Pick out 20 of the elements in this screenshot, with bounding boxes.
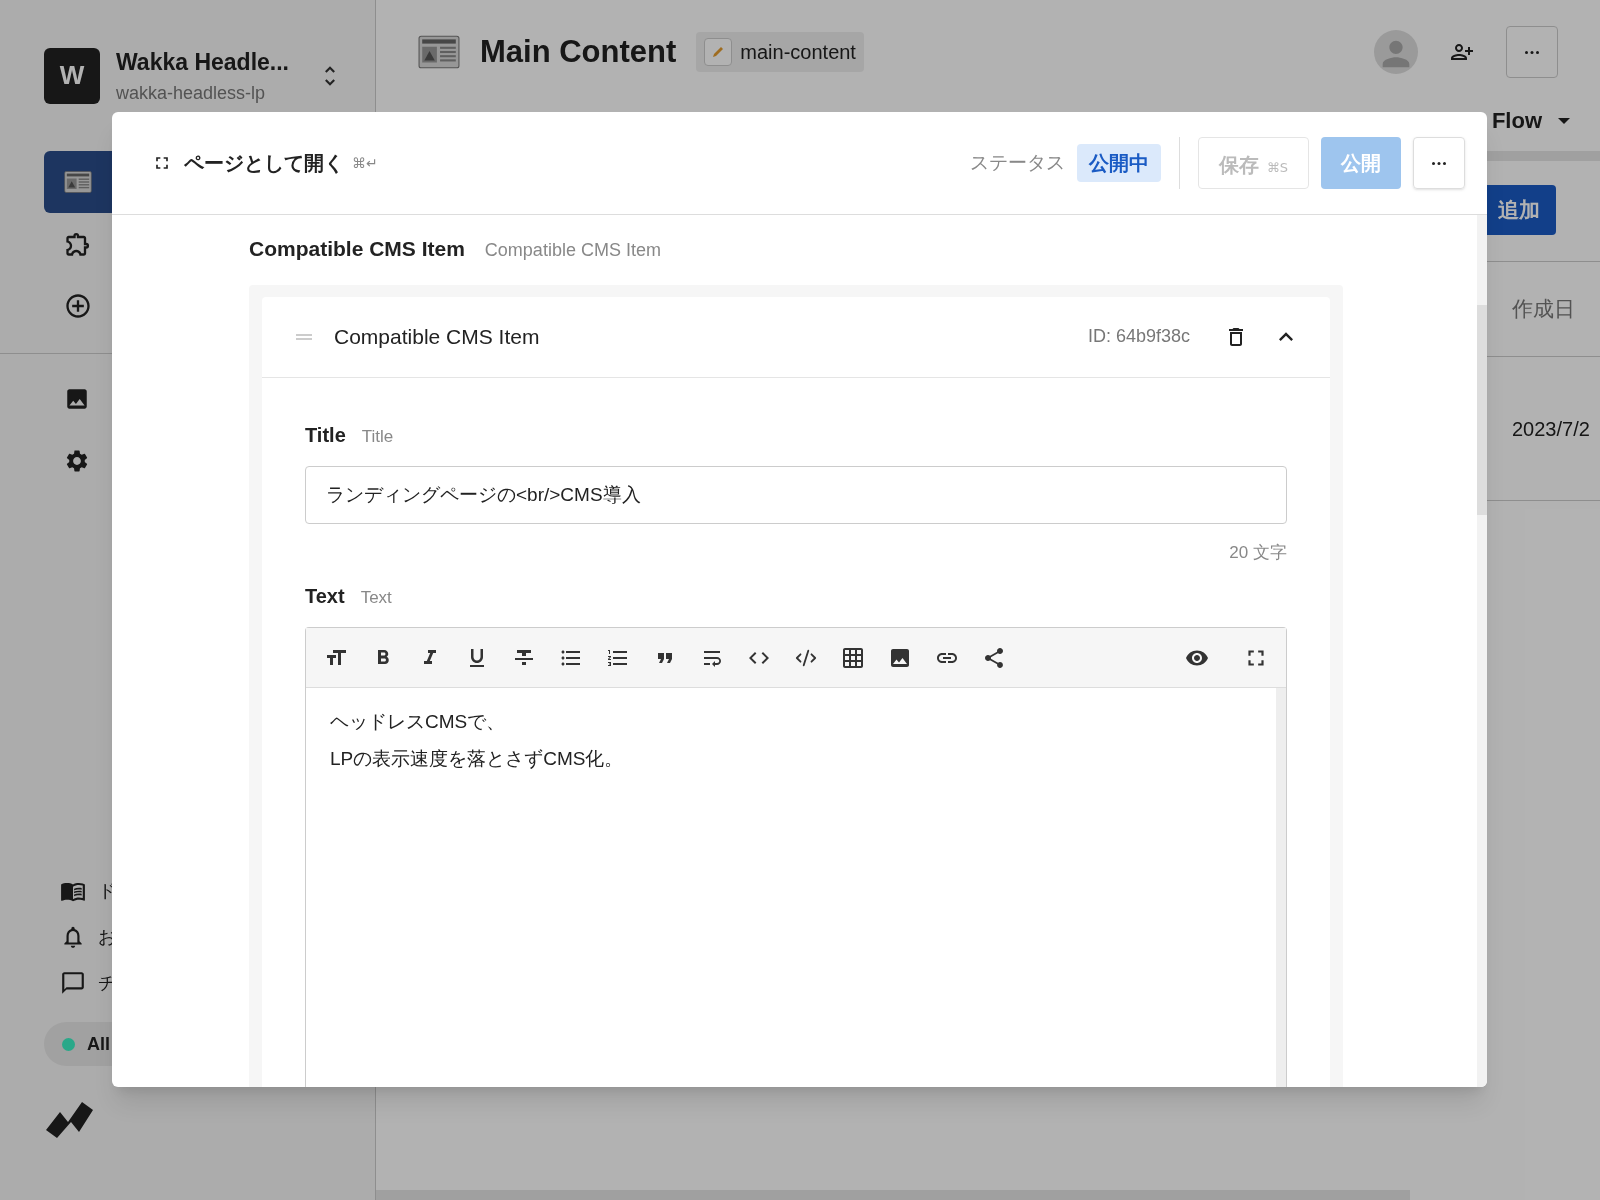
- editor-line: LPの表示速度を落とさずCMS化。: [330, 747, 625, 771]
- field-sublabel: Title: [361, 425, 394, 448]
- editor-line: ヘッドレスCMSで、: [330, 710, 507, 734]
- item-title: Compatible CMS Item: [334, 323, 540, 350]
- field-label: Text: [305, 584, 345, 609]
- shortcut-hint: ⌘↵: [352, 153, 378, 173]
- status-label: ステータス: [969, 150, 1065, 175]
- page-title: Main Content: [480, 32, 677, 71]
- field-sublabel: Text: [360, 587, 392, 609]
- table-cell-text: 2023/7/2: [1512, 416, 1591, 442]
- section-subtitle: Compatible CMS Item: [484, 239, 661, 262]
- status-badge: 公開中: [1076, 144, 1161, 182]
- field-label: Title: [305, 422, 346, 448]
- character-count: 20 文字: [1229, 541, 1287, 564]
- workspace-slug: wakka-headless-lp: [116, 81, 267, 105]
- item-id: ID: 64b9f38c: [1087, 325, 1190, 348]
- workspace-name: Wakka Headle...: [116, 48, 289, 77]
- column-header: 作成日: [1512, 296, 1576, 323]
- section-title: Compatible CMS Item: [249, 236, 465, 262]
- workspace-logo: W: [44, 47, 100, 104]
